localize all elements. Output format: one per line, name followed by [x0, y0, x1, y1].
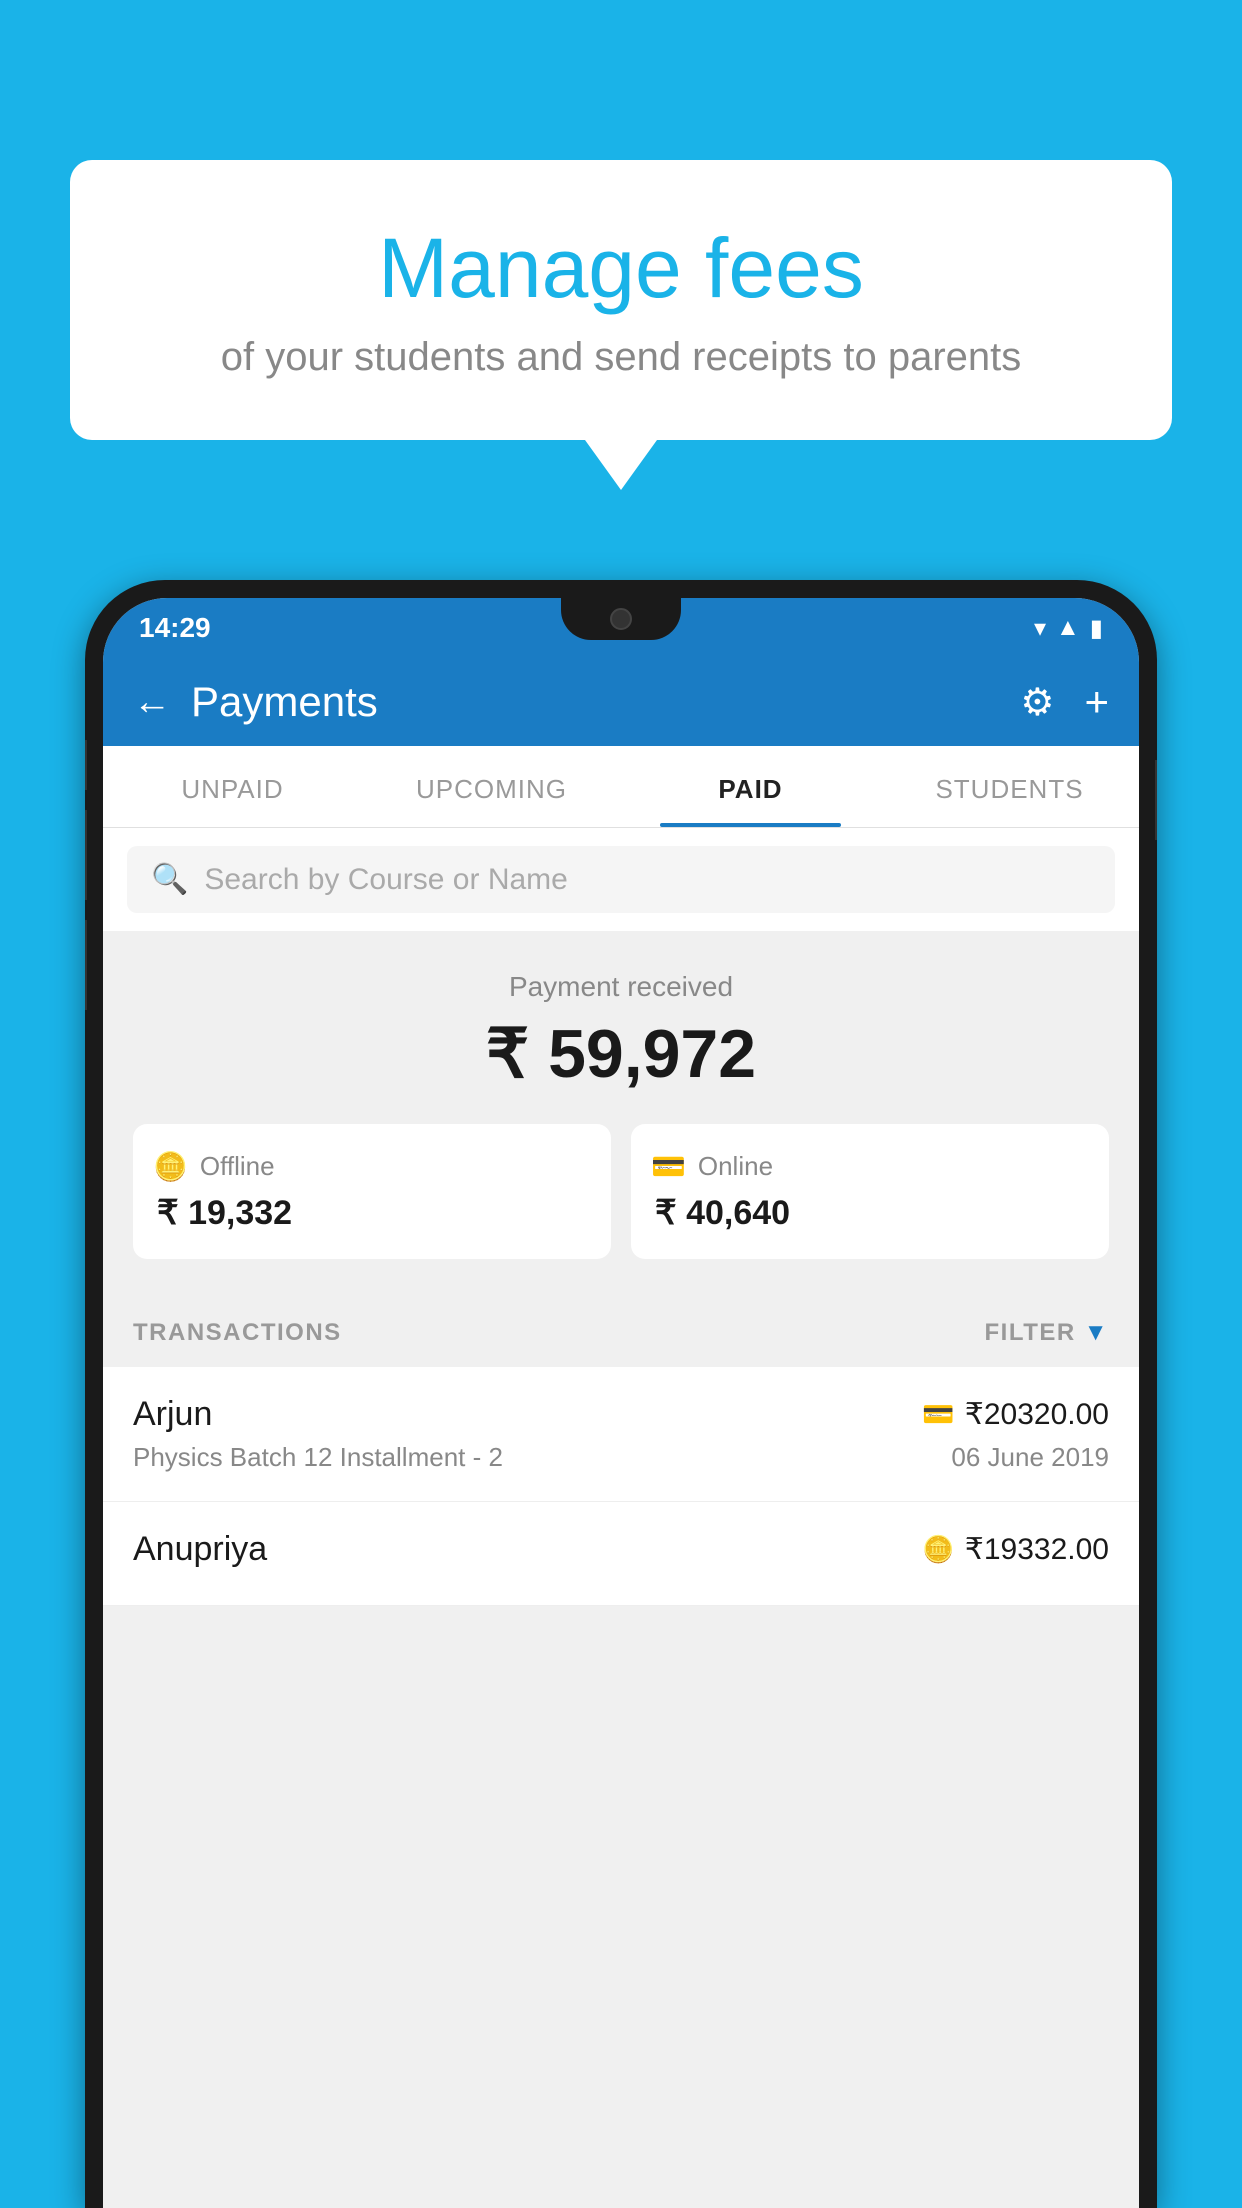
online-amount: ₹ 40,640	[655, 1193, 790, 1233]
payment-type-icon-1: 💳	[922, 1399, 954, 1430]
phone-mockup: 14:29 ▾ ▲ ▮ ← Payments ⚙ + UNPAID UPCOMI…	[85, 580, 1157, 2208]
speech-bubble: Manage fees of your students and send re…	[70, 160, 1172, 440]
online-label-row: 💳 Online	[651, 1150, 773, 1183]
transaction-date-1: 06 June 2019	[951, 1442, 1109, 1473]
payment-total-amount: ₹ 59,972	[133, 1015, 1109, 1094]
transaction-bottom-1: Physics Batch 12 Installment - 2 06 June…	[133, 1442, 1109, 1473]
power-button	[1155, 760, 1157, 840]
payment-received-label: Payment received	[133, 971, 1109, 1003]
offline-card: 🪙 Offline ₹ 19,332	[133, 1124, 611, 1259]
filter-icon: ▼	[1084, 1319, 1109, 1347]
online-card: 💳 Online ₹ 40,640	[631, 1124, 1109, 1259]
transaction-name-2: Anupriya	[133, 1530, 267, 1569]
transaction-row-anupriya[interactable]: Anupriya 🪙 ₹19332.00	[103, 1502, 1139, 1606]
search-input-wrapper[interactable]: 🔍 Search by Course or Name	[127, 846, 1115, 913]
wifi-icon: ▾	[1034, 614, 1046, 643]
settings-button[interactable]: ⚙	[1020, 680, 1054, 725]
online-label: Online	[698, 1151, 773, 1182]
phone-outer: 14:29 ▾ ▲ ▮ ← Payments ⚙ + UNPAID UPCOMI…	[85, 580, 1157, 2208]
app-header: ← Payments ⚙ +	[103, 658, 1139, 746]
transactions-header: TRANSACTIONS FILTER ▼	[103, 1299, 1139, 1367]
bubble-pointer	[585, 440, 657, 490]
speech-bubble-container: Manage fees of your students and send re…	[70, 160, 1172, 490]
volume-down-button	[85, 920, 87, 1010]
search-icon: 🔍	[151, 862, 188, 897]
search-container: 🔍 Search by Course or Name	[103, 828, 1139, 931]
offline-icon: 🪙	[153, 1150, 188, 1183]
tabs-bar: UNPAID UPCOMING PAID STUDENTS	[103, 746, 1139, 828]
online-icon: 💳	[651, 1150, 686, 1183]
volume-up-button	[85, 810, 87, 900]
status-icons: ▾ ▲ ▮	[1034, 614, 1103, 643]
camera	[610, 608, 632, 630]
transaction-row-arjun[interactable]: Arjun 💳 ₹20320.00 Physics Batch 12 Insta…	[103, 1367, 1139, 1502]
bubble-subtitle: of your students and send receipts to pa…	[140, 335, 1102, 380]
offline-label: Offline	[200, 1151, 275, 1182]
status-time: 14:29	[139, 612, 211, 644]
transaction-course-1: Physics Batch 12 Installment - 2	[133, 1442, 503, 1473]
transaction-amount-2: ₹19332.00	[965, 1532, 1109, 1567]
search-input[interactable]: Search by Course or Name	[204, 863, 568, 897]
signal-icon: ▲	[1056, 614, 1080, 642]
transactions-label: TRANSACTIONS	[133, 1319, 342, 1347]
notch	[561, 598, 681, 640]
transaction-top-2: Anupriya 🪙 ₹19332.00	[133, 1530, 1109, 1569]
offline-amount: ₹ 19,332	[157, 1193, 292, 1233]
offline-label-row: 🪙 Offline	[153, 1150, 275, 1183]
battery-icon: ▮	[1090, 614, 1103, 643]
transaction-name-1: Arjun	[133, 1395, 212, 1434]
payment-summary: Payment received ₹ 59,972 🪙 Offline ₹ 19…	[103, 931, 1139, 1299]
payment-type-icon-2: 🪙	[922, 1534, 954, 1565]
filter-text: FILTER	[985, 1319, 1076, 1347]
bubble-title: Manage fees	[140, 220, 1102, 317]
page-title: Payments	[191, 678, 1000, 726]
add-button[interactable]: +	[1084, 678, 1109, 726]
payment-cards: 🪙 Offline ₹ 19,332 💳 Online ₹ 40,640	[133, 1124, 1109, 1259]
transaction-amount-1: ₹20320.00	[965, 1397, 1109, 1432]
phone-screen: 14:29 ▾ ▲ ▮ ← Payments ⚙ + UNPAID UPCOMI…	[103, 598, 1139, 2208]
back-button[interactable]: ←	[133, 681, 171, 724]
volume-silent-button	[85, 740, 87, 790]
transaction-amount-wrap-1: 💳 ₹20320.00	[922, 1397, 1109, 1432]
transaction-top-1: Arjun 💳 ₹20320.00	[133, 1395, 1109, 1434]
tab-paid[interactable]: PAID	[621, 746, 880, 827]
tab-upcoming[interactable]: UPCOMING	[362, 746, 621, 827]
tab-unpaid[interactable]: UNPAID	[103, 746, 362, 827]
tab-students[interactable]: STUDENTS	[880, 746, 1139, 827]
transaction-amount-wrap-2: 🪙 ₹19332.00	[922, 1532, 1109, 1567]
filter-button[interactable]: FILTER ▼	[985, 1319, 1109, 1347]
